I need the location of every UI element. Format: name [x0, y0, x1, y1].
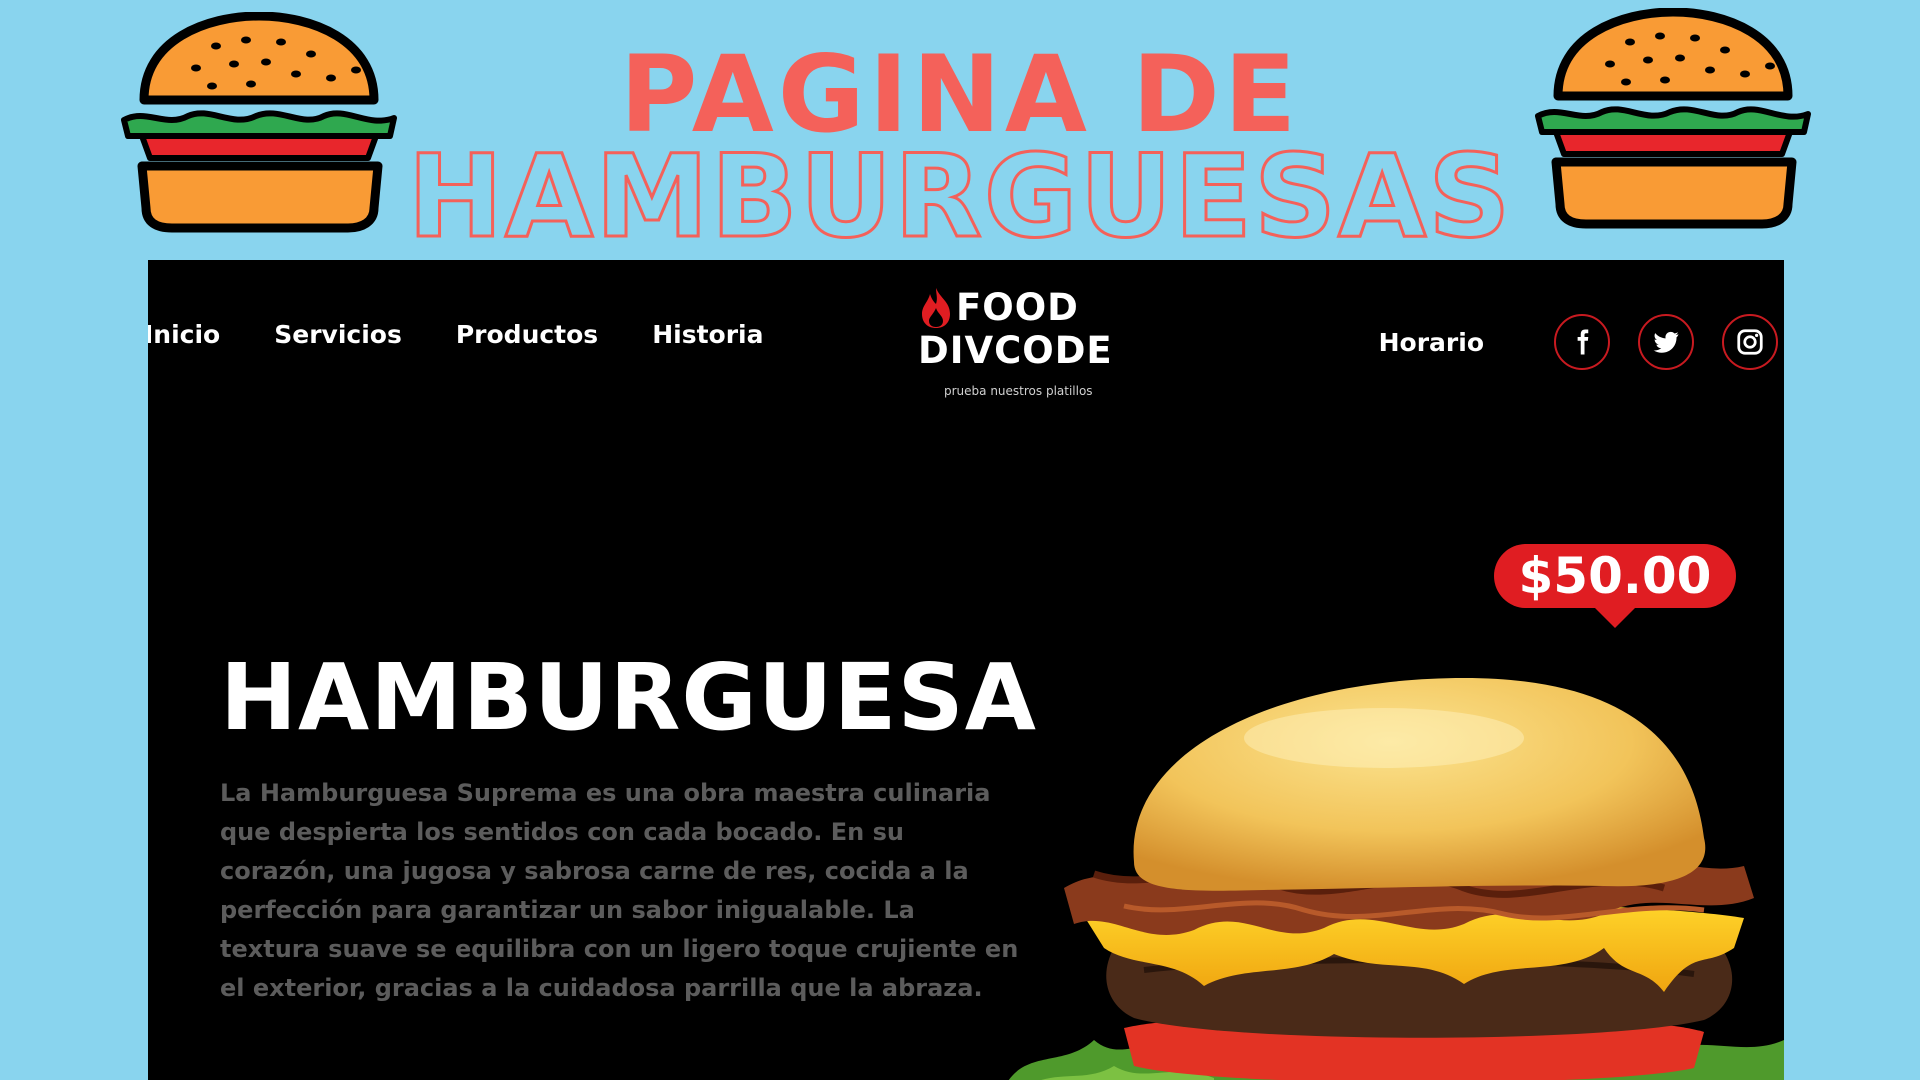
logo-line1: FOOD: [956, 286, 1079, 329]
facebook-button[interactable]: [1554, 314, 1610, 370]
nav-link-servicios[interactable]: Servicios: [274, 320, 402, 349]
logo-tagline: prueba nuestros platillos: [944, 384, 1093, 398]
instagram-icon: [1737, 329, 1763, 355]
burger-icon: [121, 12, 397, 233]
burger-icon: [1535, 8, 1811, 229]
site-logo[interactable]: FOOD DIVCODE prueba nuestros platillos: [918, 286, 1118, 399]
facebook-icon: [1577, 329, 1589, 355]
logo-line2: DIVCODE: [918, 329, 1113, 372]
nav-link-productos[interactable]: Productos: [456, 320, 598, 349]
hero-description: La Hamburguesa Suprema es una obra maest…: [220, 779, 1019, 1002]
instagram-button[interactable]: [1722, 314, 1778, 370]
twitter-icon: [1653, 331, 1679, 353]
flame-icon: [922, 288, 950, 328]
burger-photo: [1008, 678, 1784, 1080]
right-nav: Horario: [1379, 314, 1778, 370]
hero-heading: HAMBURGUESA: [220, 644, 1037, 751]
price-value: $50.00: [1518, 547, 1712, 605]
nav-link-horario[interactable]: Horario: [1379, 328, 1484, 357]
main-nav: Inicio Servicios Productos Historia: [148, 320, 817, 349]
nav-link-inicio[interactable]: Inicio: [148, 320, 220, 349]
price-badge: $50.00: [1494, 544, 1736, 628]
nav-link-historia[interactable]: Historia: [652, 320, 763, 349]
website-preview: Inicio Servicios Productos Historia FOOD…: [148, 260, 1784, 1080]
twitter-button[interactable]: [1638, 314, 1694, 370]
